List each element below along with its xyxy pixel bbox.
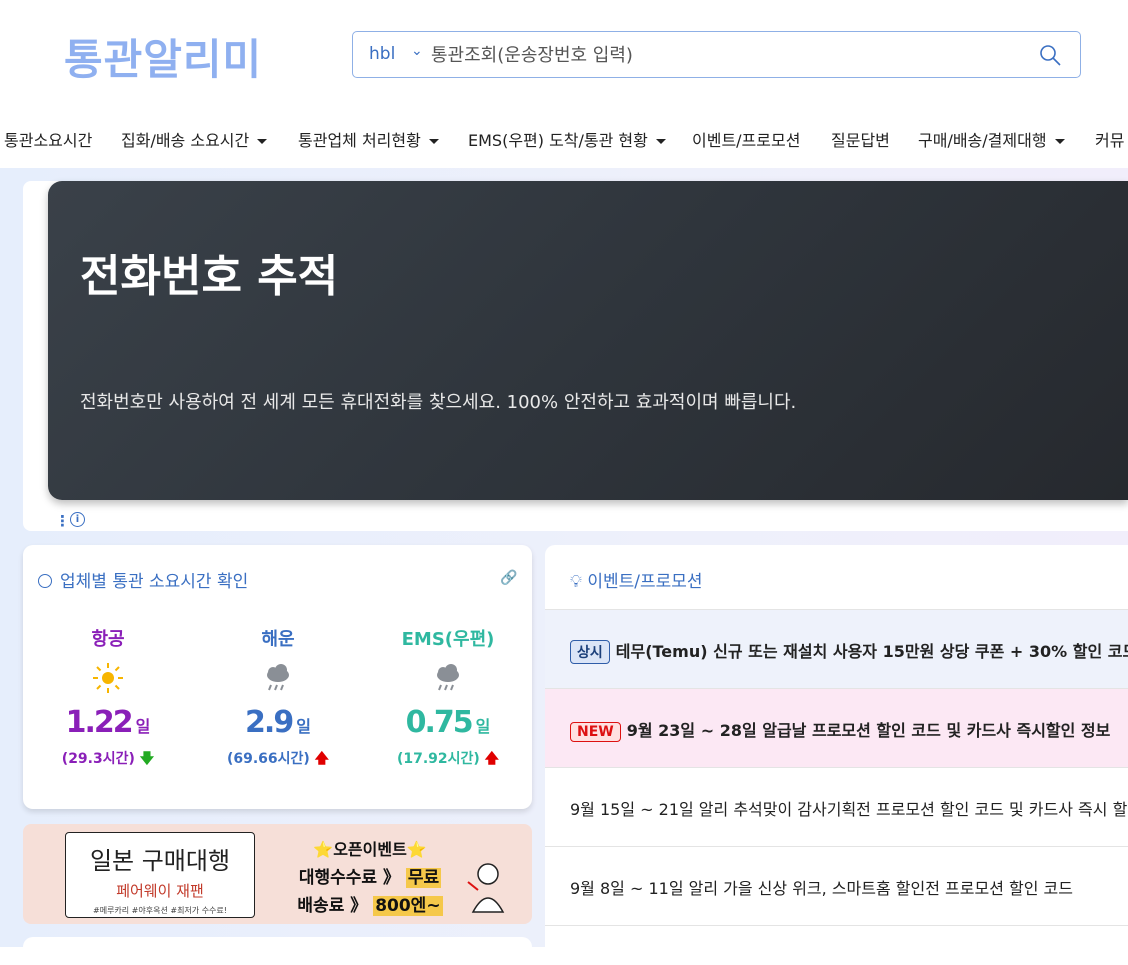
event-row[interactable]: 상시 테무(Temu) 신규 또는 재설치 사용자 15만원 상당 쿠폰 + 30… — [545, 609, 1128, 688]
nav-item-pickup-delivery[interactable]: 집화/배송 소요시간 — [121, 127, 268, 151]
arrow-up-icon: 🡅 — [484, 751, 500, 767]
arrow-down-icon: 🡇 — [139, 751, 155, 767]
event-row[interactable]: 9월 15일 ~ 21일 알리 추석맞이 감사기획전 프로모션 할인 코드 및 … — [545, 767, 1128, 846]
hero-ad-banner[interactable] — [48, 181, 1128, 500]
link-icon[interactable]: 🔗 — [500, 570, 517, 586]
hero-title[interactable]: 전화번호 추적 — [80, 240, 338, 304]
event-row[interactable]: NEW 9월 23일 ~ 28일 알급날 프로모션 할인 코드 및 카드사 즉시할… — [545, 688, 1128, 767]
event-row-text: 9월 8일 ~ 11일 알리 가을 신상 위크, 스마트홈 할인전 프로모션 할… — [570, 879, 1073, 898]
rain-icon — [368, 661, 528, 695]
header: 통관알리미 hbl ⌄ — [0, 0, 1128, 112]
arrow-up-icon: 🡅 — [314, 751, 330, 767]
nav-item-customs-time[interactable]: 통관소요시간 — [4, 127, 92, 151]
event-row-text: NEW 9월 23일 ~ 28일 알급날 프로모션 할인 코드 및 카드사 즉시할… — [570, 717, 1110, 742]
search-input[interactable] — [429, 40, 1033, 70]
customs-card-title[interactable]: 업체별 통관 소요시간 확인 — [38, 567, 248, 592]
sun-icon — [28, 661, 188, 695]
column-label: 항공 — [91, 629, 125, 650]
banner-box-title: 일본 구매대행 — [89, 847, 231, 875]
lightbulb-icon: 💡︎ — [570, 572, 582, 592]
column-hours: (17.92시간) 🡅 — [396, 751, 500, 767]
banner-line2: 대행수수료 》 무료 — [298, 868, 442, 888]
site-logo[interactable]: 통관알리미 — [64, 26, 262, 87]
customs-column-air[interactable]: 항공 1.22 일 (29.3시간) 🡇 — [28, 625, 188, 772]
chevron-down-icon: ⌄ — [411, 43, 423, 59]
column-value: 1.22 일 — [65, 705, 151, 740]
event-row[interactable]: 9월 8일 ~ 11일 알리 가을 신상 위크, 스마트홈 할인전 프로모션 할… — [545, 846, 1128, 926]
nav-item-ems[interactable]: EMS(우편) 도착/통관 현황 — [468, 127, 666, 151]
caret-down-icon — [1054, 139, 1065, 144]
search-bar: hbl ⌄ — [352, 31, 1081, 78]
column-label: 해운 — [261, 629, 295, 650]
caret-down-icon — [257, 139, 268, 144]
column-value: 2.9 일 — [245, 705, 311, 740]
ad-info-icon[interactable]: i — [70, 512, 85, 527]
badge-pinned: 상시 — [570, 640, 610, 664]
ad-options-icon[interactable]: ⋮ — [55, 512, 70, 530]
caret-down-icon — [655, 139, 666, 144]
column-label: EMS(우편) — [401, 629, 495, 650]
japan-purchase-banner[interactable]: 일본 구매대행 페어웨이 재팬 #메루카리 #야후옥션 #최저가 수수료! ⭐오… — [23, 824, 532, 924]
column-hours: (69.66시간) 🡅 — [226, 751, 330, 767]
character-illustration-icon — [467, 863, 505, 913]
nav-item-events[interactable]: 이벤트/프로모션 — [692, 127, 800, 151]
column-value: 0.75 일 — [405, 705, 491, 740]
nav-item-community[interactable]: 커뮤 — [1095, 127, 1124, 151]
badge-new: NEW — [570, 722, 621, 742]
banner-box-tags: #메루카리 #야후옥션 #최저가 수수료! — [93, 906, 227, 915]
rain-icon — [198, 661, 358, 695]
next-card — [23, 937, 532, 957]
search-icon[interactable] — [1038, 43, 1062, 67]
event-row-text: 상시 테무(Temu) 신규 또는 재설치 사용자 15만원 상당 쿠폰 + 30… — [570, 638, 1128, 664]
nav-item-customs-company[interactable]: 통관업체 처리현황 — [298, 127, 439, 151]
nav-item-purchase-agent[interactable]: 구매/배송/결제대행 — [918, 127, 1065, 151]
column-hours: (29.3시간) 🡇 — [61, 751, 155, 767]
events-card-title[interactable]: 💡︎ 이벤트/프로모션 — [570, 567, 703, 592]
banner-box-sub: 페어웨이 재팬 — [116, 882, 204, 900]
search-type-select[interactable]: hbl ⌄ — [369, 43, 423, 64]
banner-line1: ⭐오픈이벤트⭐ — [313, 840, 427, 859]
nav-item-qna[interactable]: 질문답변 — [831, 127, 890, 151]
search-type-label: hbl — [369, 44, 396, 64]
customs-column-ems[interactable]: EMS(우편) 0.75 일 (17.92시간) 🡅 — [368, 625, 528, 772]
banner-line3: 배송료 》 800엔~ — [297, 896, 443, 916]
banner-logo-box: 일본 구매대행 페어웨이 재팬 #메루카리 #야후옥션 #최저가 수수료! — [65, 832, 255, 918]
banner-promo-text: ⭐오픈이벤트⭐ 대행수수료 》 무료 배송료 》 800엔~ — [285, 836, 455, 916]
caret-down-icon — [428, 139, 439, 144]
customs-column-sea[interactable]: 해운 2.9 일 (69.66시간) 🡅 — [198, 625, 358, 772]
main-nav: 통관소요시간 집화/배송 소요시간 통관업체 처리현황 EMS(우편) 도착/통… — [0, 118, 1128, 158]
event-row-text: 9월 15일 ~ 21일 알리 추석맞이 감사기획전 프로모션 할인 코드 및 … — [570, 800, 1128, 819]
hero-description[interactable]: 전화번호만 사용하여 전 세계 모든 휴대전화를 찾으세요. 100% 안전하고… — [80, 388, 796, 414]
clock-icon — [38, 574, 52, 588]
